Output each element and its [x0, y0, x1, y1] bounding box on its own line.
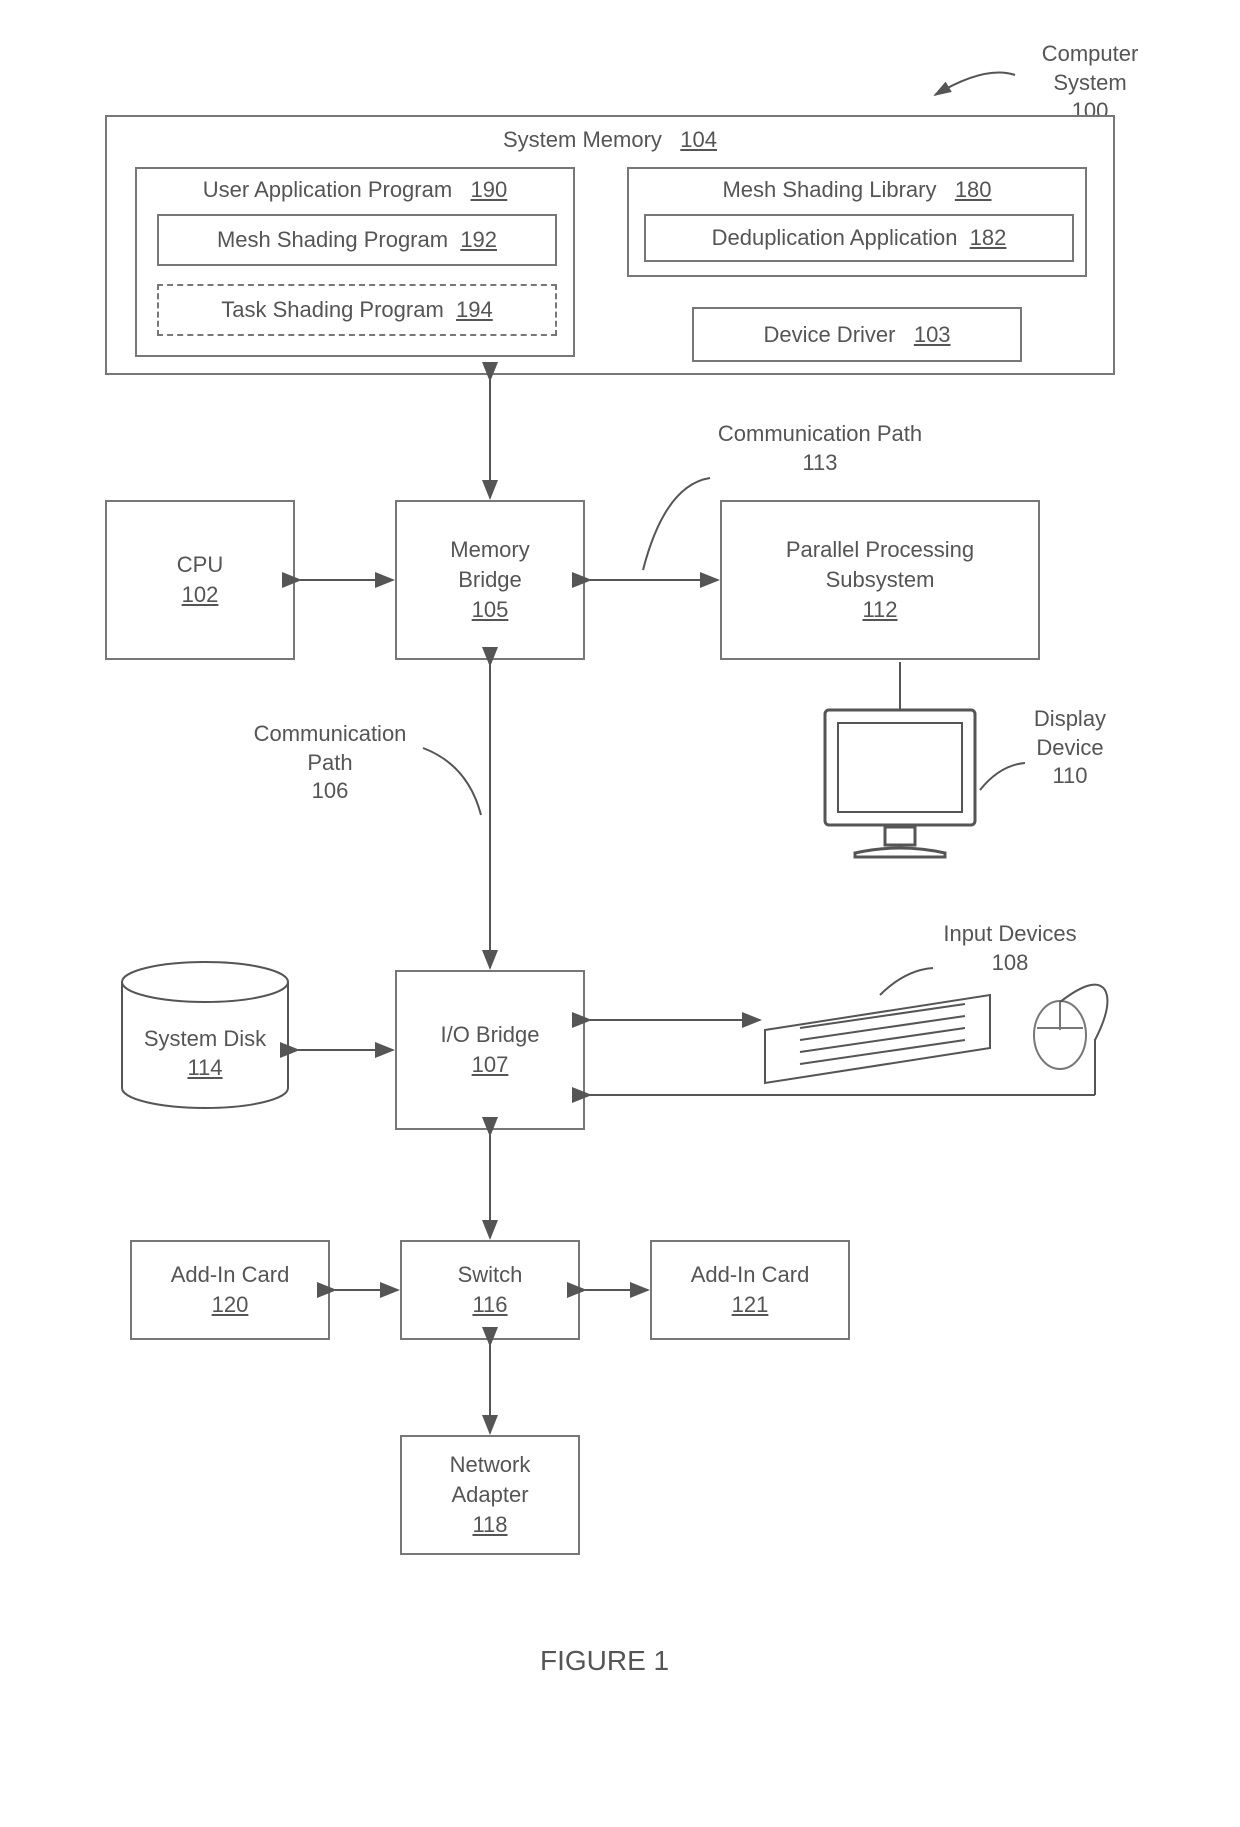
connectors-icon	[0, 0, 1240, 1827]
